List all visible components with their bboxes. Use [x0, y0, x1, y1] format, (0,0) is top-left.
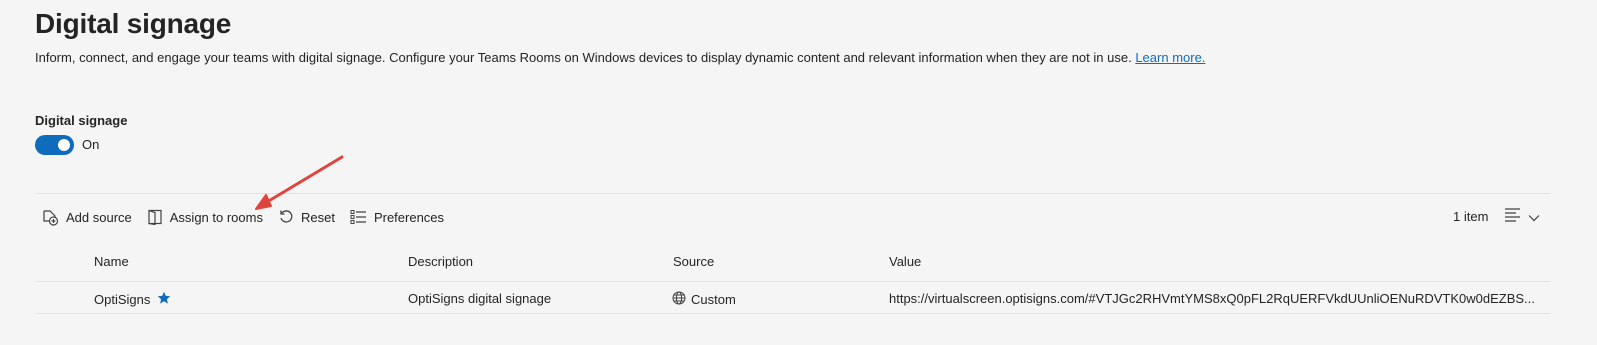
column-header-value[interactable]: Value: [889, 254, 921, 269]
table-row-divider: [35, 313, 1550, 314]
reset-label: Reset: [300, 209, 335, 225]
globe-icon: [672, 291, 686, 308]
assign-to-rooms-button[interactable]: Assign to rooms: [141, 207, 269, 227]
page-title: Digital signage: [35, 8, 232, 39]
digital-signage-toggle-label: Digital signage: [35, 113, 128, 128]
reset-icon: [278, 209, 294, 225]
digital-signage-page: Digital signage Inform, connect, and eng…: [0, 0, 1597, 345]
toolbar-divider: [35, 193, 1550, 194]
row-name[interactable]: OptiSigns: [94, 292, 150, 307]
column-header-source[interactable]: Source: [673, 254, 714, 269]
view-list-icon: [1504, 207, 1522, 228]
add-source-button[interactable]: Add source: [35, 206, 138, 228]
toolbar: Add source Assign to rooms Reset Prefere…: [35, 204, 453, 230]
preferences-label: Preferences: [373, 209, 445, 225]
toggle-knob: [58, 139, 70, 151]
assign-to-rooms-label: Assign to rooms: [169, 209, 263, 225]
preferences-button[interactable]: Preferences: [344, 207, 450, 227]
digital-signage-toggle[interactable]: [35, 135, 74, 155]
star-icon: [157, 291, 171, 308]
row-source: Custom: [691, 292, 736, 307]
row-name-cell[interactable]: OptiSigns: [94, 291, 171, 308]
assign-to-rooms-icon: [147, 209, 163, 225]
view-options-button[interactable]: [1504, 207, 1540, 228]
row-source-cell: Custom: [672, 291, 736, 308]
table-header-divider: [35, 281, 1550, 282]
row-description: OptiSigns digital signage: [408, 291, 552, 306]
add-source-label: Add source: [66, 209, 132, 225]
column-header-name[interactable]: Name: [94, 254, 129, 269]
page-description: Inform, connect, and engage your teams w…: [35, 50, 1205, 65]
reset-button[interactable]: Reset: [272, 207, 341, 227]
add-source-icon: [41, 208, 59, 226]
item-count: 1 item: [1453, 209, 1489, 224]
row-value: https://virtualscreen.optisigns.com/#VTJ…: [889, 291, 1535, 306]
toggle-state-text: On: [82, 137, 100, 152]
learn-more-link[interactable]: Learn more.: [1135, 50, 1205, 65]
chevron-down-icon: [1528, 209, 1540, 227]
description-text: Inform, connect, and engage your teams w…: [35, 50, 1132, 65]
preferences-icon: [350, 209, 367, 225]
column-header-description[interactable]: Description: [408, 254, 473, 269]
